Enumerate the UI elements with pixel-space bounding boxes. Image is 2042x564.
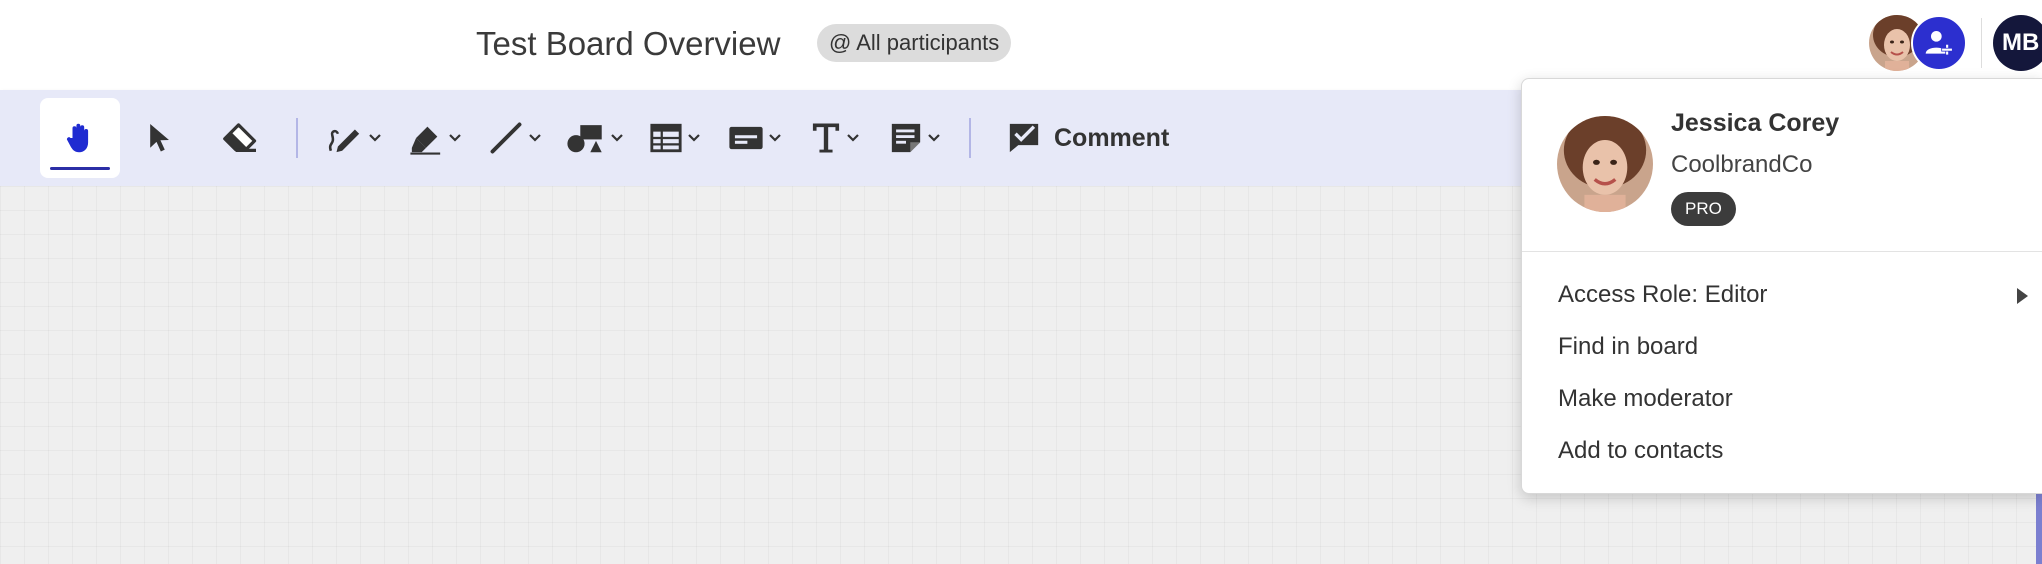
profile-company: CoolbrandCo (1671, 151, 1813, 178)
add-user-icon (1925, 31, 1953, 56)
highlighter-tool[interactable] (400, 98, 470, 178)
menu-item-label: Add to contacts (1558, 437, 1724, 464)
line-tool[interactable] (480, 98, 550, 178)
line-icon (490, 122, 522, 154)
eraser-icon (223, 123, 257, 152)
menu-item-access-role[interactable]: Access Role: Editor (1558, 275, 2028, 315)
table-tool[interactable] (640, 98, 710, 178)
board-title[interactable]: Test Board Overview (476, 22, 780, 66)
note-icon (891, 123, 921, 153)
menu-item-label: Access Role: Editor (1558, 281, 1768, 308)
add-participant-button[interactable] (1911, 15, 1967, 71)
pro-badge: PRO (1671, 192, 1736, 226)
hand-icon (66, 123, 89, 153)
toolbar-separator (969, 118, 971, 158)
chevron-down-icon (369, 134, 381, 142)
comment-icon (1009, 123, 1039, 153)
submenu-arrow-icon (2017, 288, 2028, 304)
chevron-down-icon (847, 134, 859, 142)
table-icon (650, 123, 682, 153)
chevron-down-icon (611, 134, 623, 142)
shapes-tool[interactable] (560, 98, 630, 178)
menu-item-label: Find in board (1558, 333, 1699, 360)
chevron-down-icon (769, 134, 781, 142)
participants-chip[interactable]: @ All participants (817, 24, 1012, 62)
participant-profile-popover: Jessica Corey CoolbrandCo PRO Access Rol… (1521, 78, 2042, 494)
eraser-tool[interactable] (218, 98, 262, 178)
hand-tool[interactable] (40, 98, 120, 178)
pen-icon (328, 129, 360, 153)
shapes-icon (567, 125, 602, 153)
text-icon (812, 123, 840, 153)
header-divider (1981, 18, 1982, 68)
pointer-icon (150, 124, 169, 152)
profile-avatar (1557, 116, 1653, 212)
top-bar: Test Board Overview @ All participants M… (0, 0, 2042, 90)
menu-item-add-to-contacts[interactable]: Add to contacts (1558, 431, 2028, 471)
select-tool[interactable] (140, 98, 180, 178)
comment-button[interactable]: Comment (1006, 98, 1169, 178)
pen-tool[interactable] (318, 98, 390, 178)
card-icon (729, 126, 763, 150)
menu-item-label: Make moderator (1558, 385, 1733, 412)
text-tool[interactable] (800, 98, 870, 178)
profile-name: Jessica Corey (1671, 109, 1840, 137)
chevron-down-icon (688, 134, 700, 142)
chevron-down-icon (449, 134, 461, 142)
toolbar-separator (296, 118, 298, 158)
note-tool[interactable] (880, 98, 950, 178)
popover-divider (1522, 251, 2042, 252)
current-user-avatar[interactable]: MB (1993, 15, 2042, 71)
menu-item-find-in-board[interactable]: Find in board (1558, 327, 2028, 367)
comment-label: Comment (1054, 123, 1170, 152)
chevron-down-icon (928, 134, 940, 142)
card-tool[interactable] (720, 98, 790, 178)
menu-item-make-moderator[interactable]: Make moderator (1558, 379, 2028, 419)
chevron-down-icon (529, 134, 541, 142)
highlighter-icon (410, 126, 441, 155)
